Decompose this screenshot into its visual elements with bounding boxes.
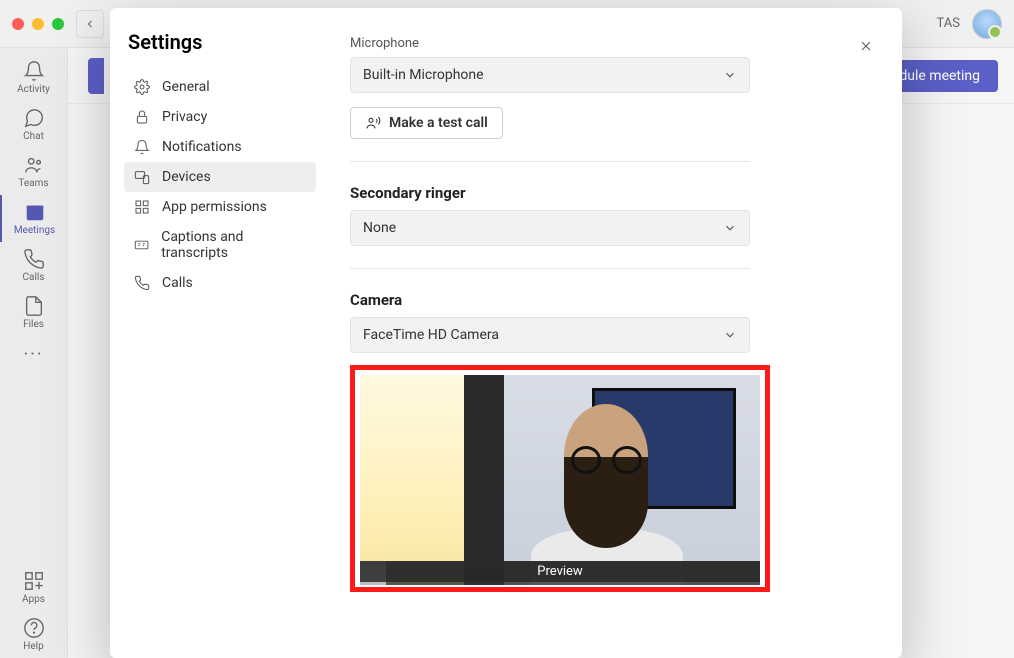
sidebar-item-meetings[interactable]: Meetings	[0, 195, 68, 242]
chevron-down-icon	[723, 68, 737, 82]
test-call-button[interactable]: Make a test call	[350, 107, 503, 139]
phone-icon	[134, 275, 150, 291]
bell-icon	[23, 60, 45, 82]
sidebar-item-label: Files	[23, 319, 44, 330]
nav-label: App permissions	[162, 199, 267, 215]
more-icon[interactable]: ···	[23, 336, 43, 373]
sidebar-item-label: Teams	[18, 178, 48, 189]
captions-icon	[134, 237, 149, 253]
test-call-icon	[365, 115, 381, 131]
apps-icon	[23, 570, 45, 592]
camera-preview-highlight: Preview	[350, 365, 770, 592]
settings-nav: Settings General Privacy Notifications D…	[110, 8, 330, 658]
nav-label: Calls	[162, 275, 193, 291]
bell-icon	[134, 139, 150, 155]
nav-label: Privacy	[162, 109, 207, 125]
camera-preview	[360, 375, 760, 585]
dropdown-value: None	[363, 220, 396, 236]
minimize-window-icon[interactable]	[32, 18, 44, 30]
sidebar-item-label: Apps	[22, 594, 45, 605]
maximize-window-icon[interactable]	[52, 18, 64, 30]
sidebar-item-label: Calls	[23, 272, 45, 283]
nav-app-permissions[interactable]: App permissions	[124, 192, 316, 222]
microphone-label: Microphone	[350, 36, 872, 51]
divider	[350, 268, 750, 269]
nav-label: Notifications	[162, 139, 242, 155]
chevron-down-icon	[723, 328, 737, 342]
nav-privacy[interactable]: Privacy	[124, 102, 316, 132]
secondary-ringer-dropdown[interactable]: None	[350, 210, 750, 246]
devices-icon	[134, 169, 150, 185]
close-window-icon[interactable]	[12, 18, 24, 30]
chat-icon	[23, 107, 45, 129]
settings-title: Settings	[128, 30, 312, 54]
sidebar-item-label: Chat	[23, 131, 44, 142]
nav-notifications[interactable]: Notifications	[124, 132, 316, 162]
secondary-ringer-heading: Secondary ringer	[350, 184, 872, 202]
nav-label: Captions and transcripts	[161, 229, 306, 261]
nav-label: Devices	[162, 169, 211, 185]
dropdown-value: FaceTime HD Camera	[363, 327, 499, 343]
sidebar-item-files[interactable]: Files	[0, 289, 68, 336]
app-sidebar: Activity Chat Teams Meetings Calls Files…	[0, 48, 68, 658]
window-controls	[12, 18, 64, 30]
lock-icon	[134, 109, 150, 125]
sidebar-item-label: Meetings	[14, 225, 55, 236]
partial-button-left[interactable]	[88, 58, 104, 94]
camera-heading: Camera	[350, 291, 872, 309]
nav-label: General	[162, 79, 210, 95]
settings-content[interactable]: Microphone Built-in Microphone Make a te…	[330, 8, 902, 658]
sidebar-item-calls[interactable]: Calls	[0, 242, 68, 289]
button-label: Make a test call	[389, 115, 488, 131]
button-label: dule meeting	[899, 68, 980, 84]
camera-dropdown[interactable]: FaceTime HD Camera	[350, 317, 750, 353]
sidebar-item-chat[interactable]: Chat	[0, 101, 68, 148]
avatar[interactable]	[972, 9, 1002, 39]
help-icon	[23, 617, 45, 639]
user-initials: TAS	[937, 16, 960, 31]
sidebar-item-help[interactable]: Help	[0, 611, 68, 658]
microphone-dropdown[interactable]: Built-in Microphone	[350, 57, 750, 93]
file-icon	[23, 295, 45, 317]
settings-modal: Settings General Privacy Notifications D…	[110, 8, 902, 658]
phone-icon	[23, 248, 45, 270]
sidebar-item-activity[interactable]: Activity	[0, 54, 68, 101]
sidebar-item-apps[interactable]: Apps	[0, 564, 68, 611]
chevron-down-icon	[723, 221, 737, 235]
gear-icon	[134, 79, 150, 95]
sidebar-item-teams[interactable]: Teams	[0, 148, 68, 195]
back-button[interactable]	[76, 10, 104, 38]
teams-icon	[23, 154, 45, 176]
calendar-icon	[24, 201, 46, 223]
preview-caption: Preview	[360, 561, 760, 582]
nav-general[interactable]: General	[124, 72, 316, 102]
divider	[350, 161, 750, 162]
dropdown-value: Built-in Microphone	[363, 67, 484, 83]
nav-captions[interactable]: Captions and transcripts	[124, 222, 316, 268]
sidebar-item-label: Help	[23, 641, 43, 652]
nav-devices[interactable]: Devices	[124, 162, 316, 192]
sidebar-item-label: Activity	[17, 84, 50, 95]
grid-icon	[134, 199, 150, 215]
nav-calls[interactable]: Calls	[124, 268, 316, 298]
